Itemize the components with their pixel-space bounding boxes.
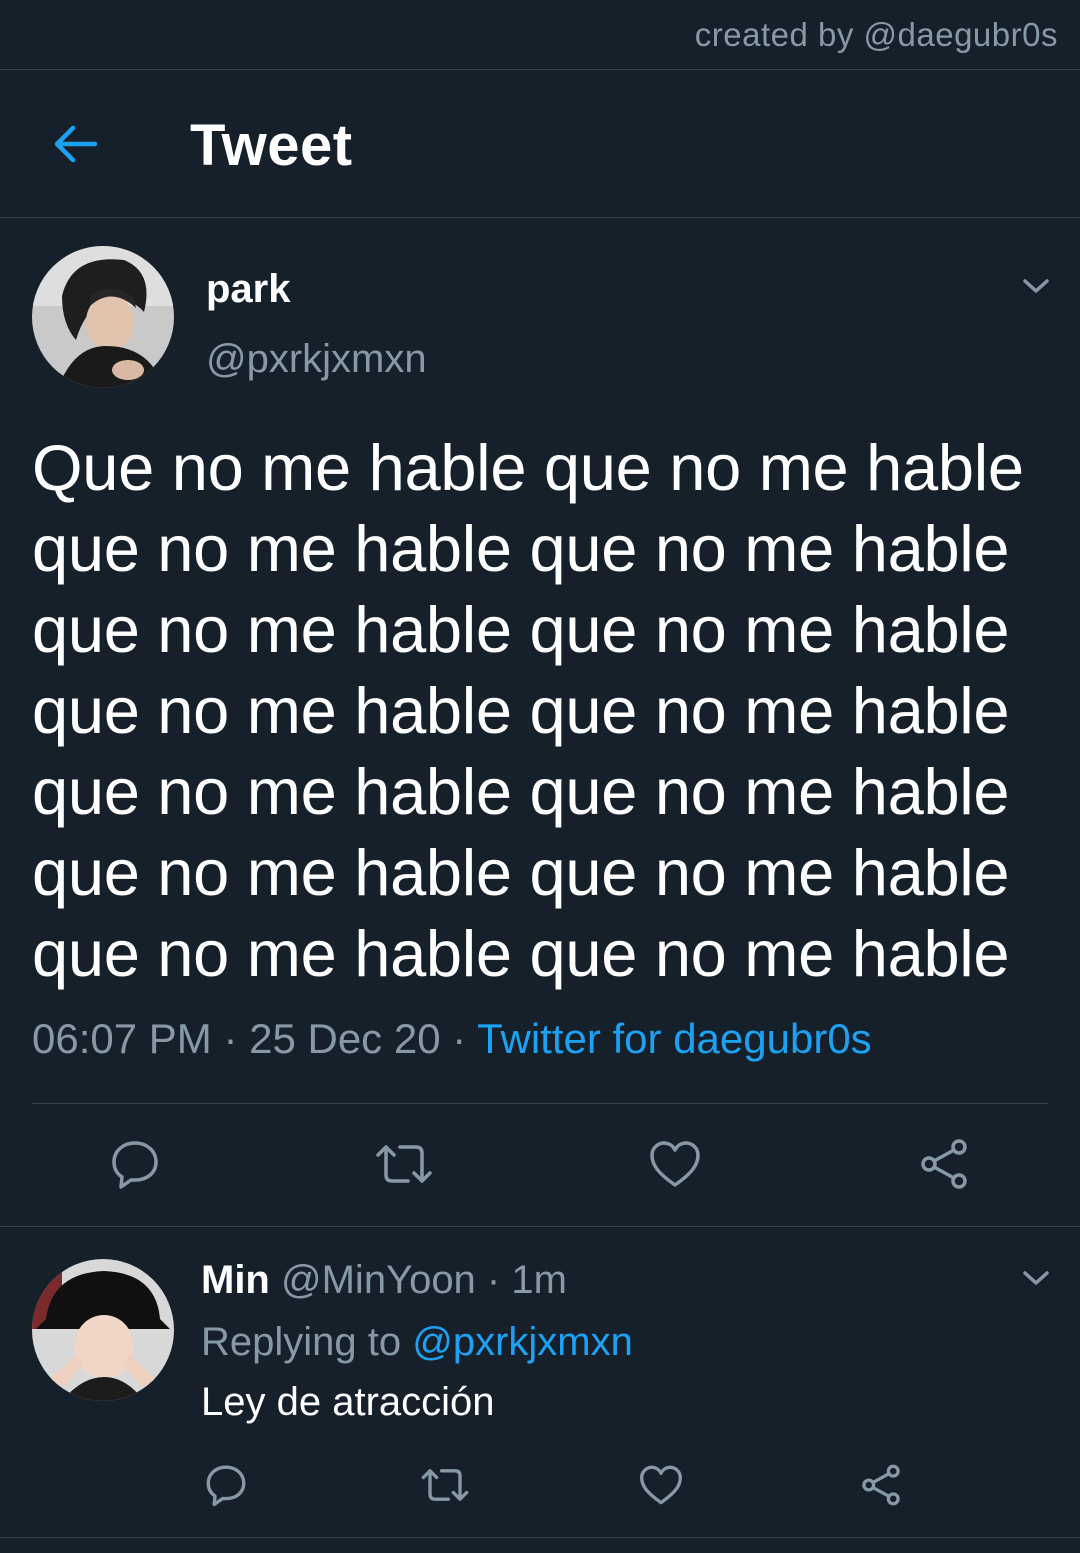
back-button[interactable] <box>46 116 102 172</box>
avatar[interactable] <box>32 246 174 388</box>
share-icon <box>862 1464 900 1506</box>
divider <box>32 1103 1048 1104</box>
retweet-button[interactable] <box>374 1134 434 1194</box>
reply-author-handle[interactable]: @MinYoon <box>281 1258 476 1302</box>
share-icon <box>921 1139 967 1189</box>
author-name[interactable]: park <box>206 267 291 312</box>
comment-bubble-icon <box>206 1465 246 1507</box>
chevron-down-icon <box>1023 279 1049 293</box>
retweet-button[interactable] <box>418 1458 472 1512</box>
reply-author-name[interactable]: Min <box>201 1258 270 1302</box>
credit-bar: created by @daegubr0s <box>0 0 1080 70</box>
more-options-button[interactable] <box>1016 1258 1056 1298</box>
main-tweet: park @pxrkjxmxn Que no me hable que no m… <box>0 219 1080 1227</box>
avatar[interactable] <box>32 1259 174 1401</box>
tweet-source-link[interactable]: Twitter for daegubr0s <box>477 1015 872 1062</box>
meta-separator: · <box>211 1015 250 1062</box>
tweet-date: 25 Dec 20 <box>249 1015 441 1062</box>
tweet-time: 06:07 PM <box>32 1015 212 1062</box>
avatar-photo <box>32 1259 174 1401</box>
reply-tweet: Min @MinYoon · 1m Replying to @pxrkjxmxn… <box>0 1228 1080 1538</box>
avatar-photo <box>32 246 174 388</box>
share-button[interactable] <box>914 1134 974 1194</box>
retweet-icon <box>421 1469 469 1501</box>
tweet-detail-screen: created by @daegubr0s Tweet park @pxrkjx… <box>0 0 1080 1553</box>
meta-separator: · <box>475 1258 512 1302</box>
top-app-bar: Tweet <box>0 70 1080 218</box>
author-handle[interactable]: @pxrkjxmxn <box>206 337 427 382</box>
replying-to: Replying to @pxrkjxmxn <box>201 1320 633 1365</box>
reply-header: Min @MinYoon · 1m <box>201 1258 567 1303</box>
page-title: Tweet <box>190 113 353 178</box>
reply-button[interactable] <box>105 1134 165 1194</box>
heart-icon <box>650 1141 700 1187</box>
like-button[interactable] <box>634 1458 688 1512</box>
tweet-text: Que no me hable que no me hable que no m… <box>32 431 1024 990</box>
share-button[interactable] <box>854 1458 908 1512</box>
replying-to-handle[interactable]: @pxrkjxmxn <box>412 1320 633 1364</box>
arrow-left-icon <box>54 125 97 163</box>
retweet-icon <box>376 1145 432 1183</box>
reply-button[interactable] <box>199 1458 253 1512</box>
heart-icon <box>640 1465 682 1505</box>
credit-text: created by @daegubr0s <box>694 16 1058 53</box>
more-options-button[interactable] <box>1016 266 1056 306</box>
meta-separator: · <box>440 1015 478 1062</box>
chevron-down-icon <box>1023 1271 1049 1285</box>
reply-time: 1m <box>511 1258 567 1302</box>
tweet-meta: 06:07 PM · 25 Dec 20 · Twitter for daegu… <box>32 1015 872 1063</box>
replying-prefix: Replying to <box>201 1320 413 1364</box>
comment-bubble-icon <box>112 1141 158 1189</box>
reply-text: Ley de atracción <box>201 1380 495 1424</box>
like-button[interactable] <box>645 1134 705 1194</box>
